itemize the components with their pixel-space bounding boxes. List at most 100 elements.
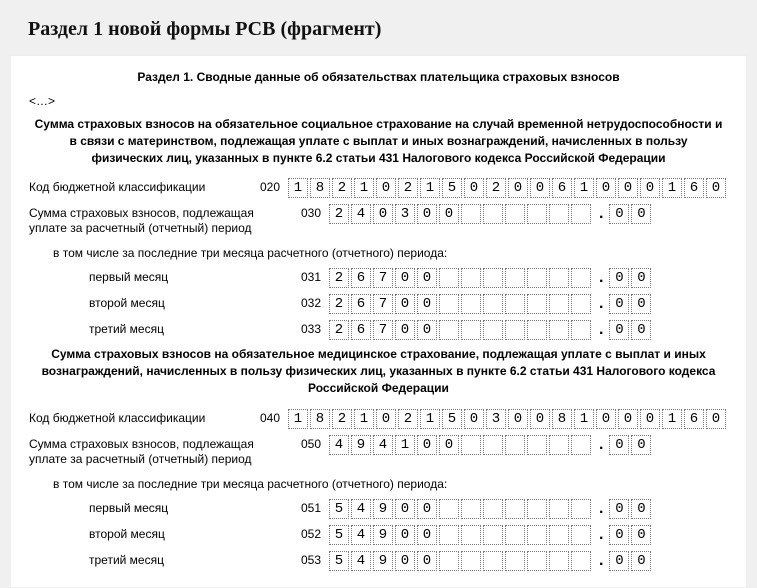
digit-cell: 8 — [552, 409, 572, 429]
digit-cell: 4 — [373, 435, 393, 455]
digit-cell: 6 — [552, 178, 572, 198]
digit-cell: 0 — [609, 435, 629, 455]
digit-cell: 2 — [398, 409, 418, 429]
digit-cell — [483, 551, 503, 571]
digit-cell: 0 — [631, 435, 651, 455]
digit-cell: 2 — [332, 178, 352, 198]
digit-cell: 1 — [395, 435, 415, 455]
label-m3-2: третий месяц — [29, 551, 299, 568]
digit-cell — [439, 499, 459, 519]
decimal-dot: . — [593, 320, 609, 340]
cells-053: 54900.00 — [329, 551, 653, 571]
digit-cell: 9 — [373, 499, 393, 519]
digit-cell: 1 — [288, 409, 308, 429]
digit-cell — [461, 499, 481, 519]
decimal-dot: . — [593, 204, 609, 224]
digit-cell — [549, 525, 569, 545]
digit-cell: 0 — [395, 294, 415, 314]
digit-cell: 1 — [288, 178, 308, 198]
digit-cell: 0 — [508, 409, 528, 429]
label-m2: второй месяц — [29, 294, 299, 311]
digit-cell — [461, 525, 481, 545]
row-053: третий месяц 053 54900.00 — [29, 551, 728, 571]
digit-cell: 4 — [351, 204, 371, 224]
row-052: второй месяц 052 54900.00 — [29, 525, 728, 545]
cells-040: 18210215030081000160 — [288, 409, 728, 429]
code-031: 031 — [299, 268, 329, 284]
digit-cell — [549, 268, 569, 288]
row-033: третий месяц 033 26700.00 — [29, 320, 728, 340]
digit-cell: 0 — [609, 525, 629, 545]
digit-cell: 0 — [439, 204, 459, 224]
digit-cell: 0 — [706, 409, 726, 429]
digit-cell: 8 — [310, 409, 330, 429]
digit-cell: 0 — [417, 204, 437, 224]
digit-cell — [571, 525, 591, 545]
section-1-heading: Сумма страховых взносов на обязательное … — [29, 116, 728, 166]
digit-cell: 6 — [351, 294, 371, 314]
digit-cell — [571, 499, 591, 519]
sub-months-1: в том числе за последние три месяца расч… — [29, 242, 728, 268]
digit-cell: 3 — [395, 204, 415, 224]
label-m2-2: второй месяц — [29, 525, 299, 542]
digit-cell — [527, 204, 547, 224]
code-032: 032 — [299, 294, 329, 310]
digit-cell — [571, 294, 591, 314]
digit-cell — [461, 204, 481, 224]
document-body: Раздел 1. Сводные данные об обязательств… — [10, 55, 747, 588]
digit-cell: 0 — [618, 409, 638, 429]
digit-cell: 0 — [395, 268, 415, 288]
row-030: Сумма страховых взносов, подлежащая упла… — [29, 204, 728, 236]
digit-cell: 0 — [596, 409, 616, 429]
digit-cell — [505, 551, 525, 571]
decimal-dot: . — [593, 268, 609, 288]
digit-cell — [483, 268, 503, 288]
digit-cell: 6 — [351, 320, 371, 340]
digit-cell: 6 — [351, 268, 371, 288]
digit-cell — [549, 499, 569, 519]
digit-cell: 1 — [354, 178, 374, 198]
digit-cell — [571, 320, 591, 340]
digit-cell: 2 — [329, 268, 349, 288]
digit-cell: 7 — [373, 294, 393, 314]
digit-cell: 0 — [706, 178, 726, 198]
digit-cell: 1 — [662, 178, 682, 198]
digit-cell — [549, 551, 569, 571]
digit-cell: 9 — [351, 435, 371, 455]
digit-cell: 9 — [373, 551, 393, 571]
digit-cell: 7 — [373, 268, 393, 288]
digit-cell — [571, 435, 591, 455]
digit-cell: 0 — [530, 409, 550, 429]
code-040: 040 — [260, 409, 288, 425]
digit-cell: 6 — [684, 178, 704, 198]
digit-cell — [439, 320, 459, 340]
cells-052: 54900.00 — [329, 525, 653, 545]
digit-cell — [461, 294, 481, 314]
digit-cell: 0 — [640, 409, 660, 429]
ellipsis: <…> — [29, 94, 728, 108]
code-050: 050 — [299, 435, 329, 451]
digit-cell — [439, 268, 459, 288]
code-052: 052 — [299, 525, 329, 541]
digit-cell — [483, 204, 503, 224]
digit-cell — [505, 525, 525, 545]
digit-cell — [483, 320, 503, 340]
digit-cell: 0 — [631, 268, 651, 288]
digit-cell: 5 — [329, 551, 349, 571]
digit-cell: 0 — [373, 204, 393, 224]
digit-cell: 0 — [395, 525, 415, 545]
digit-cell — [505, 320, 525, 340]
digit-cell — [571, 268, 591, 288]
row-051: первый месяц 051 54900.00 — [29, 499, 728, 519]
digit-cell: 0 — [596, 178, 616, 198]
digit-cell — [549, 435, 569, 455]
digit-cell: 5 — [442, 178, 462, 198]
digit-cell — [483, 499, 503, 519]
digit-cell: 1 — [662, 409, 682, 429]
digit-cell — [549, 320, 569, 340]
digit-cell: 0 — [508, 178, 528, 198]
digit-cell: 0 — [395, 499, 415, 519]
digit-cell — [505, 435, 525, 455]
digit-cell: 5 — [442, 409, 462, 429]
decimal-dot: . — [593, 525, 609, 545]
